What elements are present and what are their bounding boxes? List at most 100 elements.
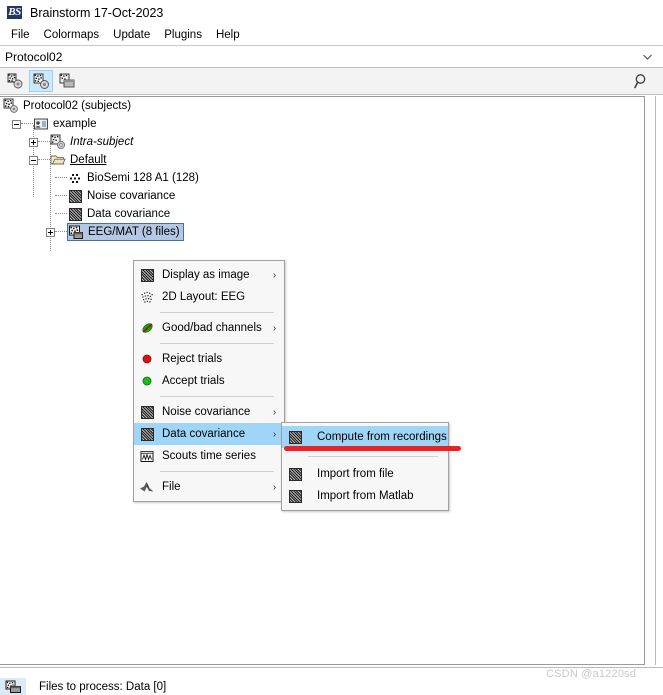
- window-title-bar: BS Brainstorm 17-Oct-2023: [0, 0, 663, 25]
- menu-bar: File Colormaps Update Plugins Help: [0, 25, 663, 46]
- menu-separator: [160, 396, 274, 397]
- menu-item-label: Accept trials: [162, 375, 225, 387]
- 2d-layout-icon: [138, 289, 156, 305]
- brainstorm-logo-icon: BS: [6, 4, 23, 21]
- context-menu[interactable]: Display as image › 2D Layout: EEG Good/b…: [133, 260, 285, 502]
- menu-item-accept-trials[interactable]: Accept trials: [134, 370, 284, 392]
- menu-item-label: File: [162, 481, 181, 493]
- context-submenu-data-covariance[interactable]: Compute from recordings Import from file…: [281, 422, 449, 511]
- menu-item-label: Good/bad channels: [162, 322, 262, 334]
- files-to-process-bar: Files to process: Data [0]: [0, 678, 663, 695]
- intra-subject-icon: [50, 134, 65, 149]
- menu-update[interactable]: Update: [106, 27, 157, 43]
- tree-row-label: Intra-subject: [70, 136, 134, 148]
- menu-item-label: Import from Matlab: [317, 490, 414, 502]
- tree-toggle-expand[interactable]: [29, 137, 38, 147]
- tree-connector-dots: [21, 123, 33, 125]
- tree-row-label: EEG/MAT (8 files): [88, 226, 180, 238]
- anatomy-icon: [7, 73, 22, 89]
- tree-connector-dots: [55, 195, 67, 197]
- covariance-icon: [67, 188, 83, 204]
- tree-toggle-collapse[interactable]: [12, 119, 21, 129]
- tree-row[interactable]: example: [0, 115, 644, 133]
- tree-connector-dots: [55, 231, 67, 233]
- menu-item-reject-trials[interactable]: Reject trials: [134, 348, 284, 370]
- menu-file[interactable]: File: [4, 27, 37, 43]
- menu-item-label: Scouts time series: [162, 450, 256, 462]
- menu-item-label: 2D Layout: EEG: [162, 291, 246, 303]
- menu-colormaps[interactable]: Colormaps: [37, 27, 107, 43]
- menu-help[interactable]: Help: [209, 27, 247, 43]
- tree-row[interactable]: Intra-subject: [0, 133, 644, 151]
- tree-row[interactable]: Protocol02 (subjects): [0, 97, 644, 115]
- submenu-arrow-icon: ›: [272, 406, 277, 418]
- menu-item-scouts-time-series[interactable]: Scouts time series: [134, 445, 284, 467]
- tree-row[interactable]: Data covariance: [0, 205, 644, 223]
- tree-row-label: example: [53, 118, 97, 130]
- database-explorer-tree[interactable]: Protocol02 (subjects) example Intra-subj…: [0, 96, 645, 665]
- covariance-icon: [286, 466, 304, 482]
- files-to-process-label: Files to process: Data [0]: [39, 680, 167, 693]
- menu-item-label: Noise covariance: [162, 406, 251, 418]
- panel-right-border: [655, 96, 656, 665]
- protocol-selector[interactable]: Protocol02: [0, 46, 663, 68]
- menu-item-display-as-image[interactable]: Display as image ›: [134, 264, 284, 286]
- tree-row-label: Default: [70, 154, 107, 166]
- folder-icon: [50, 155, 66, 165]
- chevron-down-icon[interactable]: [641, 50, 654, 63]
- submenu-arrow-icon: ›: [272, 322, 277, 334]
- covariance-icon: [138, 267, 156, 283]
- submenu-arrow-icon: ›: [272, 428, 277, 440]
- logo-text: BS: [8, 6, 21, 18]
- explorer-toolbar: [0, 68, 663, 95]
- menu-item-good-bad-channels[interactable]: Good/bad channels ›: [134, 317, 284, 339]
- files-to-process-icon[interactable]: [0, 678, 26, 695]
- menu-item-label: Display as image: [162, 269, 250, 281]
- tree-connector-dots: [38, 159, 50, 161]
- covariance-icon: [67, 206, 83, 222]
- functional-data-view-button[interactable]: [29, 70, 53, 92]
- menu-item-data-covariance[interactable]: Data covariance ›: [134, 423, 284, 445]
- tree-connector-dots: [38, 141, 50, 143]
- tree-toggle-collapse[interactable]: [29, 155, 38, 165]
- submenu-arrow-icon: ›: [272, 481, 277, 493]
- matlab-icon: [138, 479, 156, 495]
- tree-toggle-expand[interactable]: [46, 227, 55, 237]
- menu-separator: [160, 343, 274, 344]
- menu-separator: [160, 312, 274, 313]
- tree-row-label: Protocol02 (subjects): [23, 100, 132, 112]
- subject-icon: [34, 118, 48, 130]
- search-magnifier-icon[interactable]: [633, 72, 651, 90]
- menu-item-label: Compute from recordings: [317, 431, 447, 443]
- tree-row[interactable]: Default: [0, 151, 644, 169]
- covariance-icon: [286, 488, 304, 504]
- menu-item-file[interactable]: File ›: [134, 476, 284, 498]
- red-annotation-underline: [284, 446, 461, 451]
- menu-item-label: Reject trials: [162, 353, 223, 365]
- tree-connector-dots: [55, 177, 67, 179]
- tree-row[interactable]: Noise covariance: [0, 187, 644, 205]
- functional-sources-icon: [59, 73, 74, 88]
- tree-row-selected[interactable]: EEG/MAT (8 files): [0, 223, 644, 241]
- functional-data-sources-button[interactable]: [55, 70, 79, 92]
- submenu-item-compute-from-recordings[interactable]: Compute from recordings: [282, 426, 448, 448]
- anatomy-view-button[interactable]: [3, 70, 27, 92]
- menu-item-noise-covariance[interactable]: Noise covariance ›: [134, 401, 284, 423]
- window-title: Brainstorm 17-Oct-2023: [30, 5, 164, 20]
- menu-plugins[interactable]: Plugins: [157, 27, 209, 43]
- watermark-text: CSDN @a1220sd: [546, 668, 637, 680]
- good-bad-channel-icon: [138, 320, 156, 336]
- protocol-icon: [3, 98, 18, 113]
- submenu-item-import-from-matlab[interactable]: Import from Matlab: [282, 485, 448, 507]
- tree-connector-dots: [55, 213, 67, 215]
- red-dot-icon: [138, 351, 156, 367]
- tree-row-label: Data covariance: [87, 208, 171, 220]
- submenu-item-import-from-file[interactable]: Import from file: [282, 463, 448, 485]
- menu-separator: [308, 456, 438, 457]
- functional-data-icon: [33, 73, 49, 89]
- tree-row[interactable]: BioSemi 128 A1 (128): [0, 169, 644, 187]
- menu-item-label: Data covariance: [162, 428, 246, 440]
- menu-item-label: Import from file: [317, 468, 394, 480]
- submenu-arrow-icon: ›: [272, 269, 277, 281]
- menu-item-2d-layout-eeg[interactable]: 2D Layout: EEG: [134, 286, 284, 308]
